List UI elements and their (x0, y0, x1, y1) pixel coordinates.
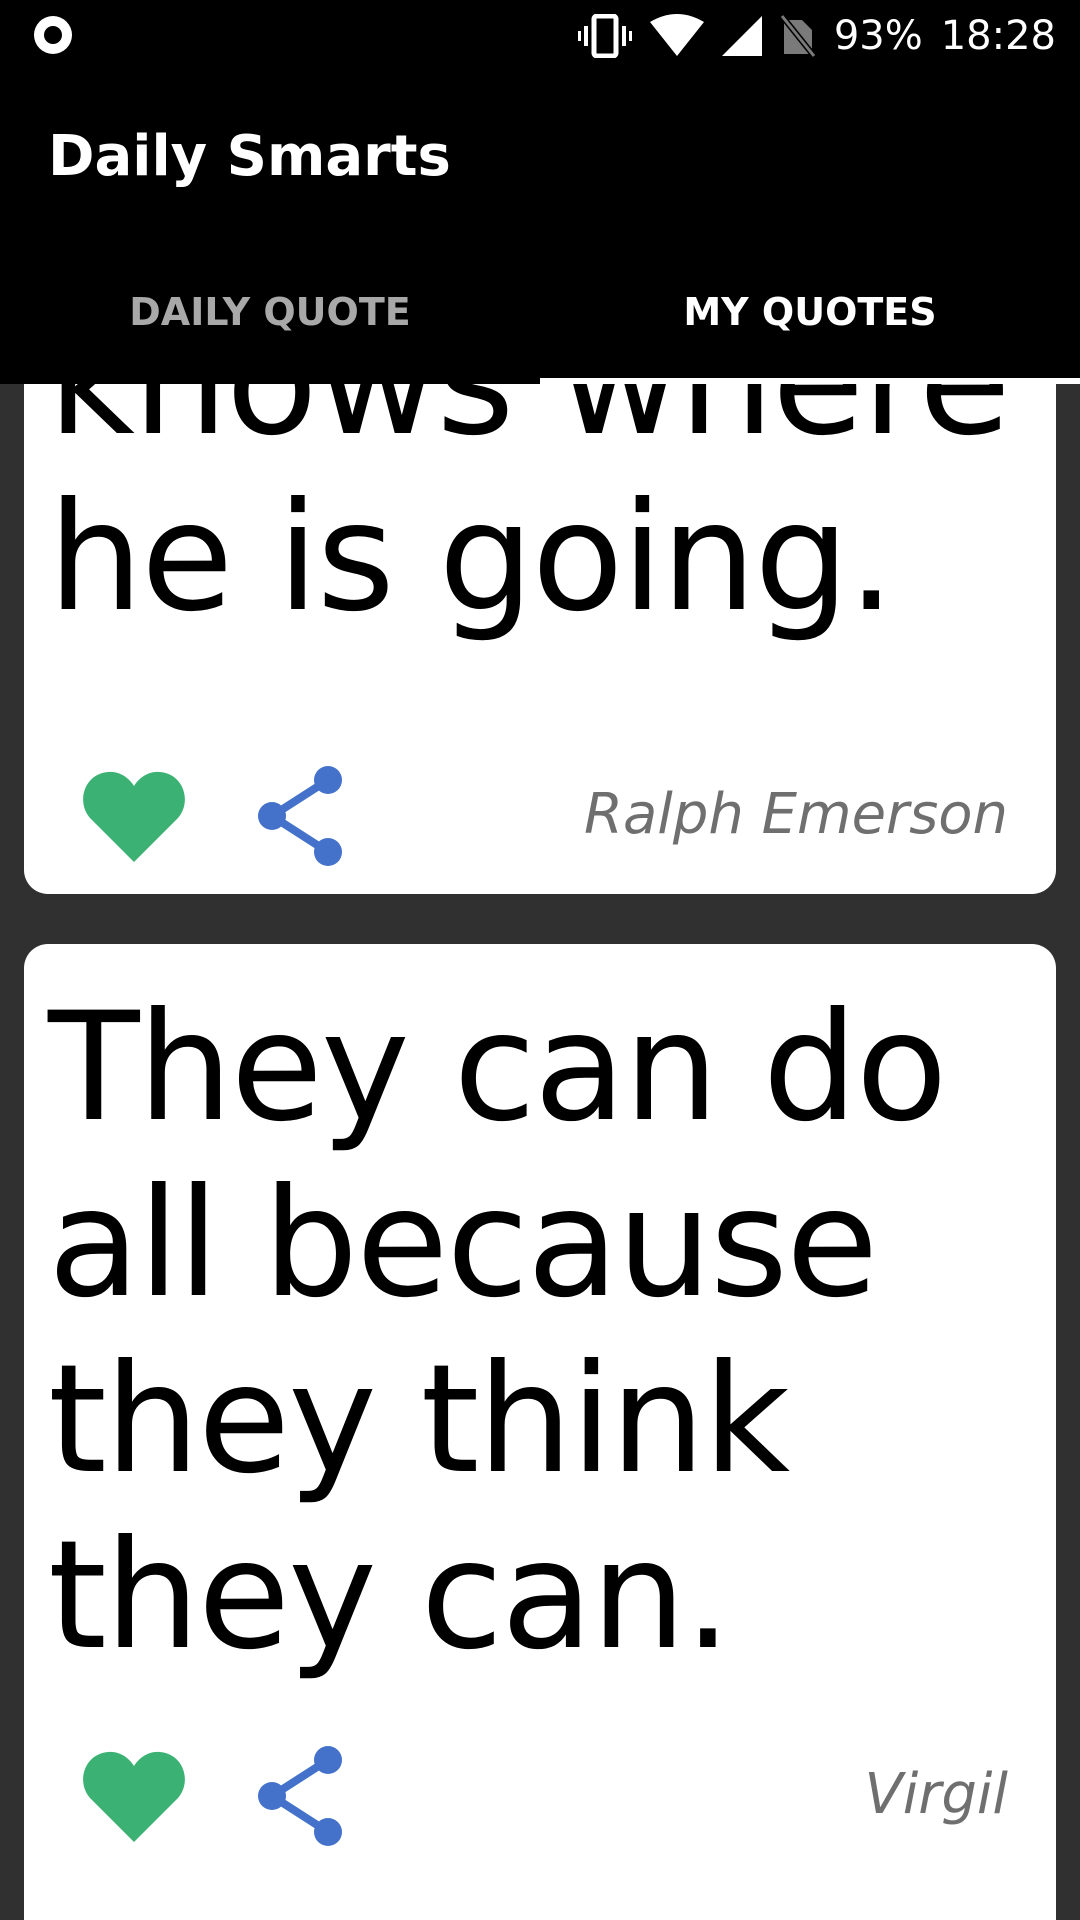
battery-percent: 93% (833, 13, 923, 59)
quote-actions: Virgil (24, 1734, 1056, 1854)
status-icons: 93% 18:28 (577, 0, 1056, 72)
status-bar: 93% 18:28 (0, 0, 1080, 72)
quote-author: Virgil (864, 1762, 1008, 1827)
share-icon (258, 1746, 342, 1846)
quote-card: knows where he is going. Ra (24, 384, 1056, 894)
favorite-button[interactable] (82, 768, 186, 864)
tab-daily-quote[interactable]: DAILY QUOTE (0, 240, 540, 384)
screen: 93% 18:28 Daily Smarts DAILY QUOTE MY QU… (0, 0, 1080, 1920)
quote-author: Ralph Emerson (584, 782, 1008, 847)
heart-icon (83, 1751, 185, 1842)
no-sim-icon (779, 14, 816, 58)
record-indicator-icon (32, 14, 74, 56)
app-title: Daily Smarts (48, 124, 451, 189)
tab-my-quotes[interactable]: MY QUOTES (540, 240, 1080, 384)
vibrate-icon (577, 14, 632, 58)
quotes-list[interactable]: knows where he is going. Ra (0, 384, 1080, 1920)
tab-bar: DAILY QUOTE MY QUOTES (0, 240, 1080, 384)
share-button[interactable] (252, 1744, 348, 1848)
favorite-button[interactable] (82, 1748, 186, 1844)
app-bar: Daily Smarts DAILY QUOTE MY QUOTES (0, 72, 1080, 384)
quote-card: They can do all because they think they … (24, 944, 1056, 1920)
heart-icon (83, 771, 185, 862)
share-icon (258, 766, 342, 866)
quote-actions: Ralph Emerson (24, 754, 1056, 874)
signal-icon (721, 16, 762, 56)
wifi-icon (649, 14, 704, 58)
clock-time: 18:28 (940, 13, 1056, 59)
quote-text: They can do all because they think they … (48, 981, 948, 1683)
quote-text: knows where he is going. (48, 384, 1011, 645)
share-button[interactable] (252, 764, 348, 868)
